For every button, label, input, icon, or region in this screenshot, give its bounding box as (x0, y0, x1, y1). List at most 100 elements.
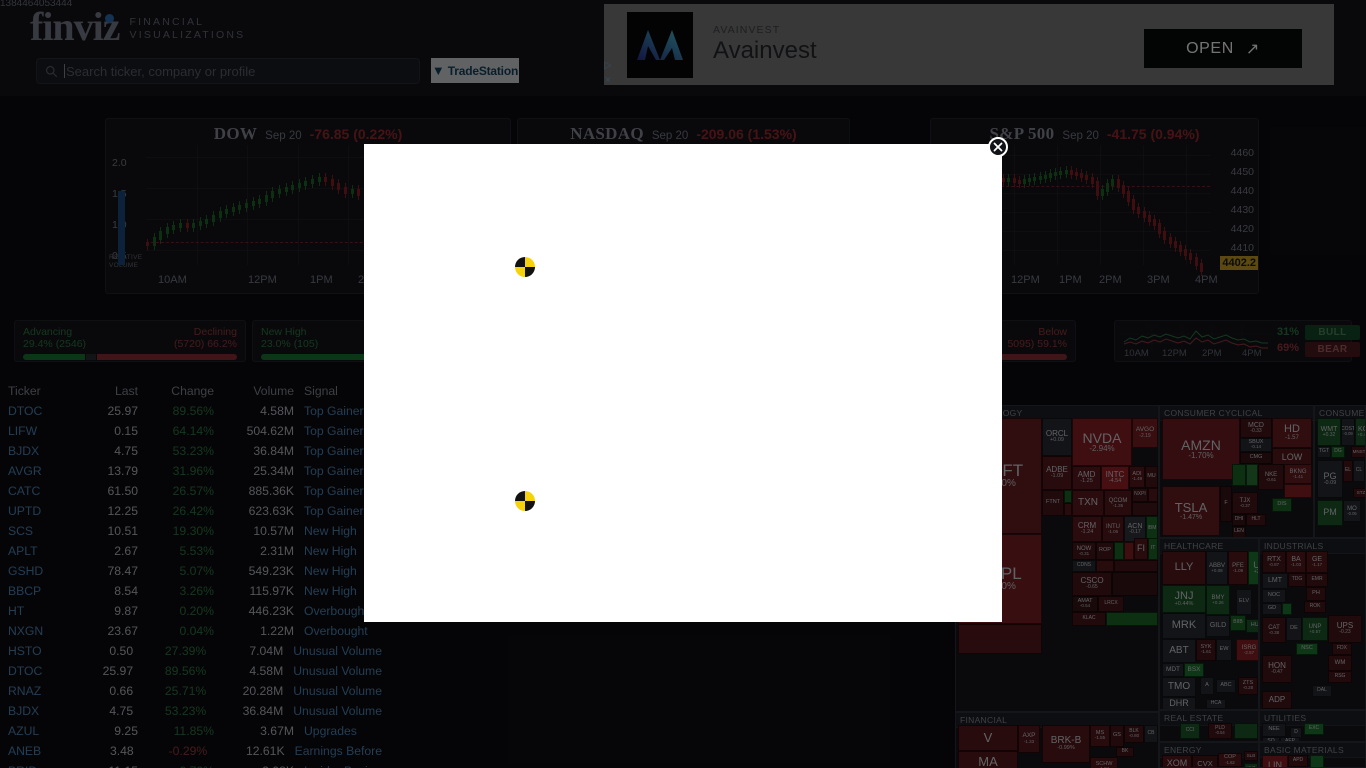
cell-ticker[interactable]: ANEB (0, 744, 74, 758)
heatmap-tile[interactable]: LMT (1262, 573, 1288, 589)
search-input[interactable]: Search ticker, company or profile (36, 58, 420, 84)
advancing-declining-stat[interactable]: Advancing Declining 29.4% (2546) (5720) … (14, 320, 246, 362)
heatmap-tile[interactable]: ROK (1304, 601, 1326, 613)
col-header-change[interactable]: Change (138, 384, 214, 398)
heatmap-tile[interactable]: ZTS -0.28 (1238, 677, 1258, 695)
table-row[interactable]: SCS 10.51 19.30% 10.57M New High (0, 521, 382, 541)
table-row[interactable]: AZUL 9.25 11.85% 3.67M Upgrades (0, 721, 382, 741)
finviz-logo[interactable]: finviz FINANCIAL VISUALIZATIONS (30, 7, 245, 47)
heatmap-tile[interactable]: ADBE -1.09 (1042, 456, 1072, 490)
table-row[interactable]: HSTO 0.50 27.39% 7.04M Unusual Volume (0, 641, 382, 661)
heatmap-tile[interactable]: ADI -1.49 (1129, 466, 1145, 488)
heatmap-tile[interactable]: CVX-0.30 (1192, 755, 1218, 767)
heatmap-tile[interactable]: ABC (1216, 679, 1236, 693)
cell-signal[interactable]: Top Gainers (294, 404, 370, 418)
table-row[interactable]: DTOC 25.97 89.56% 4.58M Unusual Volume (0, 661, 382, 681)
heatmap-tile[interactable] (1112, 572, 1158, 596)
heatmap-tile[interactable]: UNH+2.39% (1248, 551, 1258, 585)
heatmap-tile[interactable]: DHI (1232, 514, 1246, 526)
heatmap-tile[interactable]: MNST (1351, 446, 1365, 458)
heatmap-tile[interactable]: NEE (1262, 723, 1286, 737)
heatmap-sector[interactable]: INDUSTRIALS RTX -0.87 BA -1.03 GE -1.17 LMT TDG E… (1259, 538, 1366, 710)
heatmap-tile[interactable]: GILD (1206, 615, 1230, 637)
col-header-last[interactable]: Last (76, 384, 138, 398)
cell-ticker[interactable]: HT (0, 604, 76, 618)
heatmap-tile[interactable]: PG -0.09 (1317, 460, 1343, 498)
heatmap-tile[interactable]: NSC (1296, 643, 1318, 655)
heatmap-tile[interactable]: AMD -1.25 (1072, 466, 1101, 490)
heatmap-tile[interactable]: MRK (1162, 613, 1206, 639)
heatmap-tile[interactable]: EMR (1306, 573, 1328, 587)
heatmap-tile[interactable]: DG (1331, 446, 1345, 458)
heatmap-tile[interactable]: FDX (1332, 643, 1352, 655)
cell-ticker[interactable]: BBCP (0, 584, 76, 598)
cell-ticker[interactable]: BJDX (0, 444, 76, 458)
heatmap-tile[interactable]: BK (1116, 747, 1134, 757)
heatmap-tile[interactable]: V (958, 725, 1018, 751)
cell-signal[interactable]: Unusual Volume (283, 664, 382, 678)
heatmap-tile[interactable]: TGT (1317, 446, 1331, 458)
cell-ticker[interactable]: APLT (0, 544, 76, 558)
heatmap-tile[interactable]: VLO (1244, 763, 1258, 767)
heatmap-tile[interactable]: BIIB (1230, 615, 1246, 631)
cell-ticker[interactable]: DTOC (0, 664, 73, 678)
heatmap-tile[interactable]: WMT +0.32 (1317, 418, 1341, 446)
cell-ticker[interactable]: NXGN (0, 624, 76, 638)
heatmap-tile[interactable] (1282, 603, 1292, 615)
heatmap-tile[interactable]: ADP (1262, 691, 1292, 709)
table-row[interactable]: ANEB 3.48 -0.29% 12.61K Earnings Before (0, 741, 382, 761)
table-row[interactable]: CATC 61.50 26.57% 885.36K Top Gainers (0, 481, 382, 501)
heatmap-tile[interactable] (1132, 502, 1158, 516)
cell-ticker[interactable]: CATC (0, 484, 76, 498)
cell-signal[interactable]: Overbought (294, 604, 368, 618)
table-row[interactable]: APLT 2.67 5.53% 2.31M New High (0, 541, 382, 561)
heatmap-tile[interactable] (1246, 464, 1258, 486)
heatmap-tile[interactable]: CDNS (1072, 560, 1096, 572)
heatmap-tile[interactable]: BA -1.03 (1286, 551, 1306, 573)
heatmap-tile[interactable]: ORCL +0.09 (1042, 418, 1072, 456)
heatmap-tile[interactable] (1232, 464, 1246, 486)
cell-signal[interactable]: Insider Buying (294, 764, 381, 768)
heatmap-tile[interactable]: FTNT (1042, 490, 1064, 516)
heatmap-tile[interactable]: MCD -0.33 (1240, 418, 1272, 438)
cell-signal[interactable]: Top Gainers (294, 484, 370, 498)
heatmap-tile[interactable] (1310, 755, 1324, 767)
heatmap-tile[interactable]: UPS -0.23 (1328, 615, 1362, 643)
heatmap-tile[interactable]: LRCX (1098, 596, 1124, 612)
heatmap-tile[interactable]: SLB (1244, 751, 1258, 761)
heatmap-tile[interactable] (1064, 490, 1072, 503)
cell-ticker[interactable]: HSTO (0, 644, 73, 658)
heatmap-tile[interactable]: NOW -0.31 (1072, 542, 1096, 560)
heatmap-tile[interactable]: BMY +0.26 (1206, 585, 1230, 615)
heatmap-tile[interactable]: GS (1110, 725, 1124, 747)
heatmap-tile[interactable]: HD -1.57 (1272, 418, 1312, 448)
heatmap-tile[interactable]: GD (1262, 603, 1282, 615)
table-row[interactable]: RNAZ 0.66 25.71% 20.28M Unusual Volume (0, 681, 382, 701)
cell-signal[interactable]: New High (294, 584, 357, 598)
heatmap-tile[interactable]: ABT (1162, 639, 1196, 663)
table-row[interactable]: BRID11.150.72%2.08KInsider Buying (0, 761, 382, 768)
heatmap-sector[interactable]: CONSUMER DEFWMT+0.32COST-0.09KO+0.45PEP+… (1314, 405, 1366, 538)
cell-signal[interactable]: Unusual Volume (283, 684, 382, 698)
heatmap-tile[interactable]: INTU -1.06 (1102, 516, 1124, 542)
heatmap-tile[interactable]: MDT (1162, 663, 1184, 677)
heatmap-tile[interactable]: BKNG -1.41 (1284, 464, 1312, 484)
heatmap-tile[interactable]: A (1200, 677, 1214, 695)
cell-ticker[interactable]: BRID (0, 764, 76, 768)
heatmap-tile[interactable]: CSCO -0.65 (1072, 572, 1112, 596)
heatmap-tile[interactable]: CL (1353, 460, 1365, 482)
cell-signal[interactable]: Top Gainers (294, 464, 370, 478)
heatmap-tile[interactable]: PH (1306, 587, 1326, 601)
heatmap-tile[interactable]: MO -0.05 (1343, 500, 1361, 522)
heatmap-tile[interactable] (1096, 560, 1114, 572)
bear-badge[interactable]: BEAR (1305, 342, 1360, 357)
adchoices-icon[interactable]: ▷ (604, 60, 612, 71)
heatmap-tile[interactable]: CCI (1180, 723, 1200, 739)
heatmap-tile[interactable]: TMO (1162, 677, 1196, 697)
heatmap-tile[interactable] (1234, 723, 1258, 739)
cell-signal[interactable]: Unusual Volume (283, 644, 382, 658)
heatmap-tile[interactable]: CB (1144, 725, 1158, 743)
heatmap-tile[interactable]: SCHW-1.84 (1090, 757, 1118, 768)
heatmap-tile[interactable]: AMZN -1.70% (1162, 418, 1240, 480)
cell-ticker[interactable]: BJDX (0, 704, 73, 718)
